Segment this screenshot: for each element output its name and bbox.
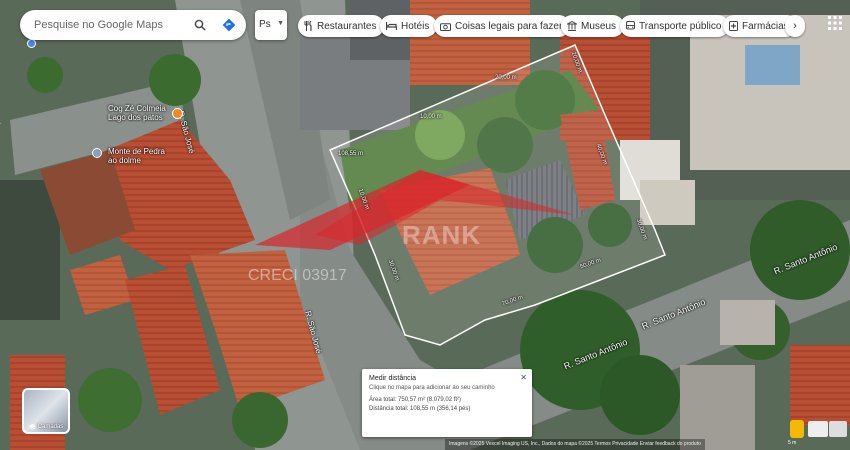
directions-icon[interactable]	[221, 17, 237, 33]
measure-label: 10,00 m	[420, 114, 442, 120]
chevron-right-icon: ›	[793, 20, 797, 32]
place-name: ao dolme	[108, 156, 141, 165]
measure-label: 108,55 m	[338, 151, 364, 157]
measure-title: Medir distância	[369, 375, 417, 382]
location-dot-icon	[27, 39, 36, 48]
small-select-value: Ps	[259, 19, 271, 30]
bed-icon	[386, 22, 397, 30]
place-name: Cog Zé Colmeia	[108, 104, 166, 113]
place-name: Lago dos patos	[108, 113, 163, 122]
chip-label: Restaurantes	[317, 20, 377, 32]
apps-grid-icon[interactable]	[826, 14, 844, 32]
chip-museums[interactable]: Museus	[561, 15, 625, 37]
measure-distance: Distância total: 108,55 m (356,14 pés)	[369, 406, 471, 412]
place-marker-cog[interactable]: Cog Zé Colmeia Lago dos patos	[108, 104, 166, 122]
chip-label: Transporte público	[639, 20, 722, 32]
chip-label: Farmácias	[742, 20, 789, 32]
map-mini-control[interactable]	[808, 421, 828, 437]
bus-icon	[626, 21, 635, 30]
small-select[interactable]: Ps ▼	[255, 10, 287, 40]
layers-label: Camadas	[37, 424, 64, 430]
map-mini-control-2[interactable]	[829, 421, 847, 437]
pill-icon	[729, 21, 738, 31]
measure-hint: Clique no mapa para adicionar ao seu cam…	[369, 385, 495, 391]
measure-label: 20,00 m	[495, 75, 517, 81]
measure-area: Área total: 750,57 m² (8.079,02 ft²)	[369, 397, 462, 403]
close-icon[interactable]: ✕	[520, 373, 527, 382]
search-input[interactable]	[34, 19, 184, 31]
place-marker-monte[interactable]: Monte de Pedra ao dolme	[108, 147, 165, 165]
pin-icon[interactable]	[92, 148, 102, 158]
measure-distance-card: Medir distância Clique no mapa para adic…	[362, 369, 532, 437]
fork-knife-icon	[304, 21, 312, 31]
chip-label: Coisas legais para fazer	[455, 20, 563, 32]
watermark-brand: RANK	[402, 220, 482, 250]
map-attribution: Imagens ©2025 Vexcel Imaging US, Inc., D…	[445, 439, 705, 450]
pegman-icon[interactable]	[790, 420, 804, 438]
chip-label: Museus	[581, 20, 617, 32]
museum-icon	[567, 21, 577, 31]
watermark-creci: CRECI 03917	[248, 267, 347, 284]
chip-things-to-do[interactable]: Coisas legais para fazer	[434, 15, 571, 37]
scale-label: 5 m	[788, 440, 797, 446]
chips-next-button[interactable]: ›	[785, 15, 805, 37]
search-icon[interactable]	[192, 17, 208, 33]
layers-button[interactable]: Camadas	[22, 388, 70, 434]
pin-icon[interactable]	[172, 108, 183, 119]
chip-transit[interactable]: Transporte público	[620, 15, 730, 37]
chevron-down-icon: ▼	[277, 20, 284, 27]
chip-restaurants[interactable]: Restaurantes	[298, 15, 385, 37]
chip-label: Hotéis	[401, 20, 430, 32]
camera-icon	[440, 22, 451, 31]
place-name: Monte de Pedra	[108, 147, 165, 156]
chip-hotels[interactable]: Hotéis	[380, 15, 438, 37]
layers-icon	[28, 424, 36, 430]
search-box	[20, 10, 246, 40]
